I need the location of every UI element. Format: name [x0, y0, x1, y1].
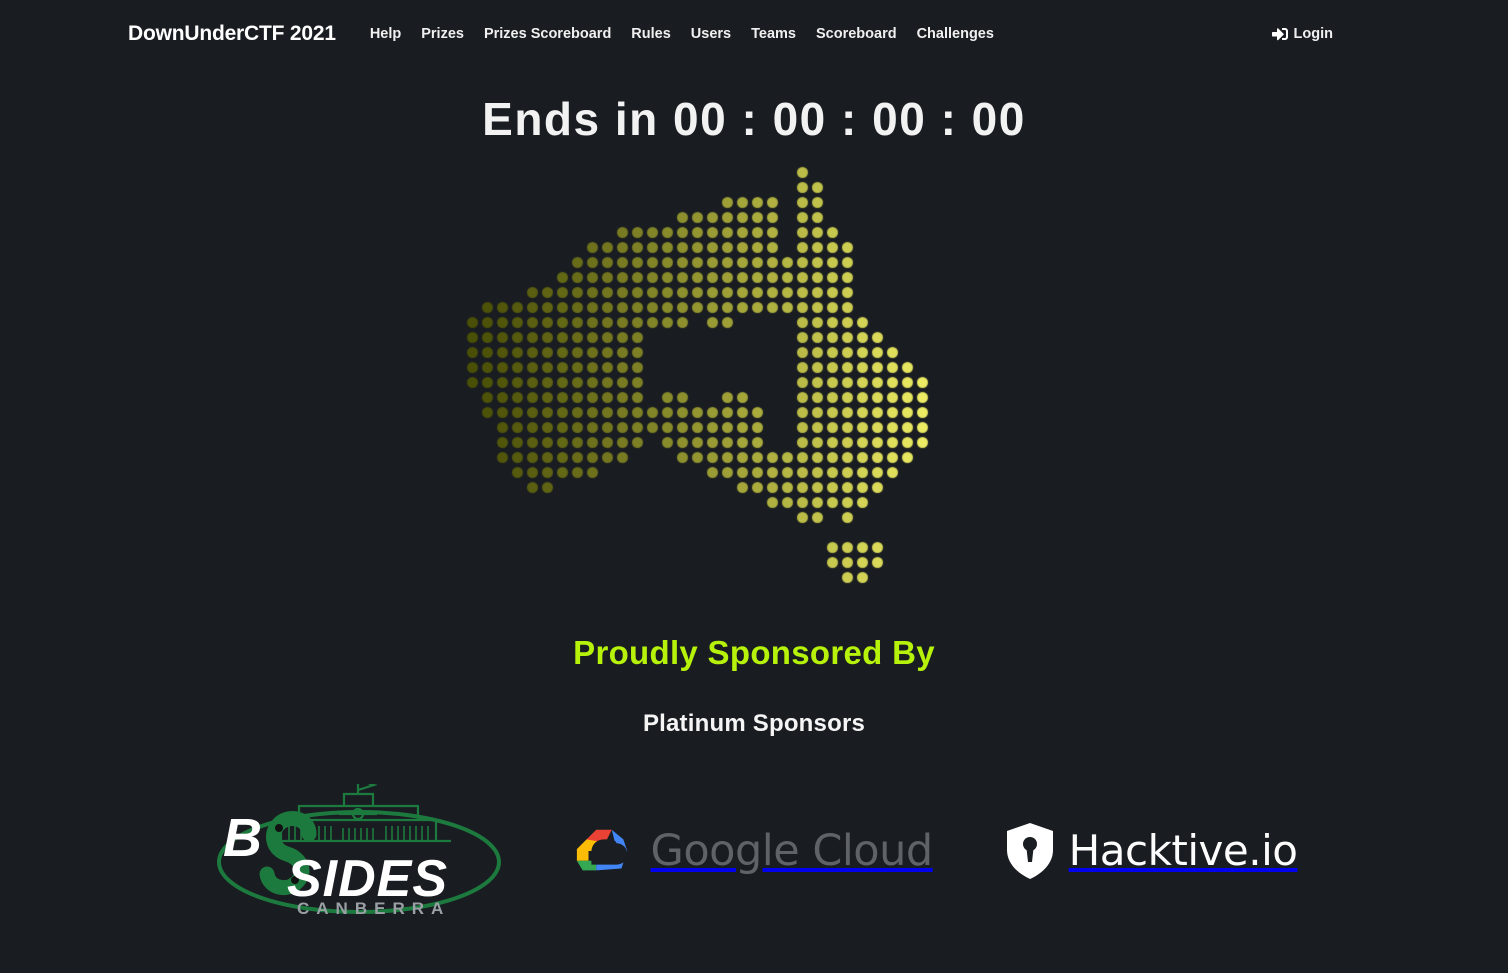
nav-item-scoreboard[interactable]: Scoreboard	[806, 26, 907, 42]
hacktive-wordmark: Hacktive.io	[1068, 826, 1298, 875]
google-cloud-wordmark: Google Cloud	[650, 825, 934, 876]
nav-item-prizes-scoreboard[interactable]: Prizes Scoreboard	[474, 26, 621, 42]
countdown-timer: Ends in 00 : 00 : 00 : 00	[482, 93, 1026, 145]
sponsor-logo-hacktive-io[interactable]: Hacktive.io	[1005, 822, 1298, 880]
nav-item-challenges[interactable]: Challenges	[907, 26, 1004, 42]
main-navbar: DownUnderCTF 2021 Help Prizes Prizes Sco…	[0, 0, 1508, 67]
shield-lock-icon	[1006, 822, 1053, 879]
login-label: Login	[1293, 25, 1333, 42]
svg-text:B: B	[223, 808, 262, 868]
nav-item-rules[interactable]: Rules	[621, 26, 681, 42]
bsides-canberra-logo-svg: B SIDES CANBERRA	[216, 784, 501, 917]
australia-map-container	[0, 162, 1508, 632]
nav-item-users[interactable]: Users	[681, 26, 741, 42]
australia-dot-map	[0, 162, 1508, 632]
platinum-sponsors-label: Platinum Sponsors	[642, 710, 866, 737]
nav-item-prizes[interactable]: Prizes	[411, 26, 474, 42]
google-cloud-icon	[576, 829, 627, 870]
site-brand[interactable]: DownUnderCTF 2021	[128, 22, 336, 46]
navbar-right: Login	[1271, 0, 1508, 67]
svg-text:CANBERRA: CANBERRA	[297, 899, 450, 917]
sponsor-logo-bsides-canberra[interactable]: B SIDES CANBERRA	[211, 784, 501, 917]
sponsored-by-heading: Proudly Sponsored By	[573, 634, 935, 671]
nav-links: Help Prizes Prizes Scoreboard Rules User…	[360, 26, 1004, 42]
sponsor-logo-row: B SIDES CANBERRA Google Cloud Hacktive.i…	[0, 784, 1508, 917]
nav-item-help[interactable]: Help	[360, 26, 411, 42]
nav-item-teams[interactable]: Teams	[741, 26, 806, 42]
sign-in-icon	[1271, 26, 1288, 42]
login-button[interactable]: Login	[1271, 25, 1333, 42]
sponsor-logo-google-cloud[interactable]: Google Cloud	[573, 824, 933, 878]
